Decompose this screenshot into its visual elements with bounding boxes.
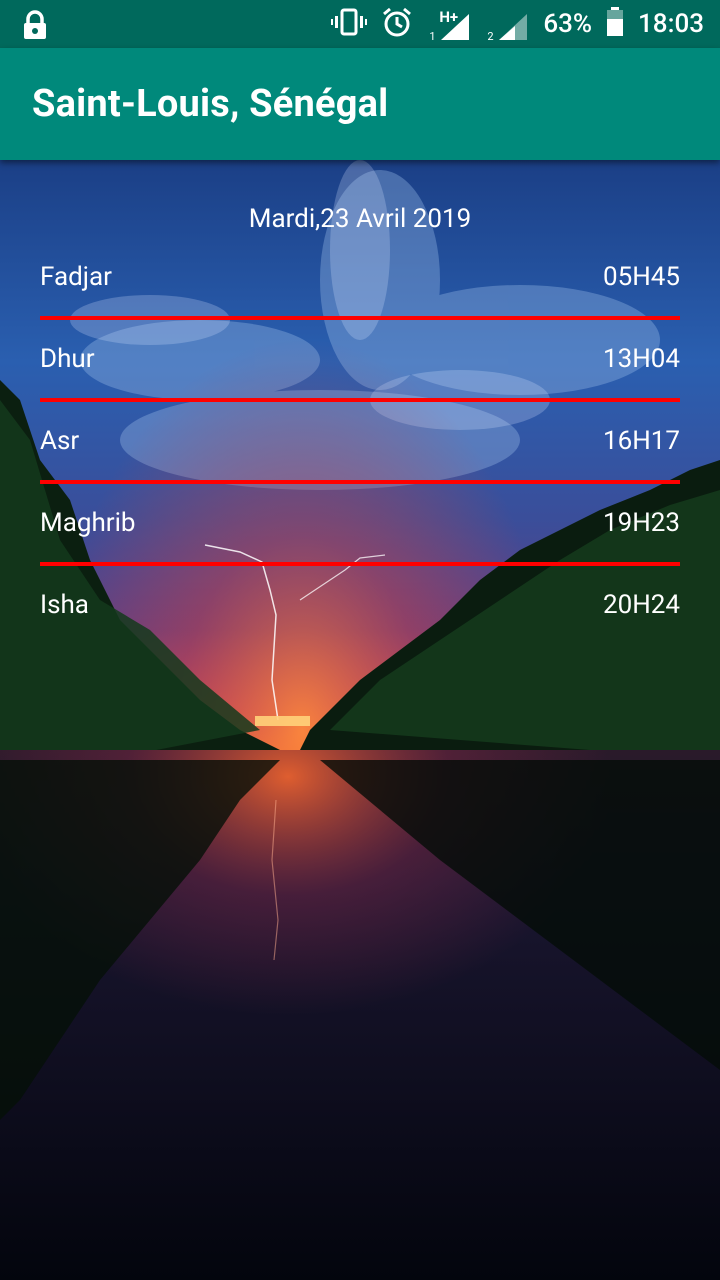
prayer-name: Asr <box>40 426 80 456</box>
divider <box>40 480 680 484</box>
divider <box>40 316 680 320</box>
lock-icon <box>22 10 48 44</box>
prayer-name: Dhur <box>40 344 95 374</box>
prayer-time: 05H45 <box>603 262 680 292</box>
app-bar: Saint-Louis, Sénégal <box>0 48 720 160</box>
prayer-time: 20H24 <box>603 590 680 620</box>
alarm-icon <box>381 6 413 42</box>
page-title: Saint-Louis, Sénégal <box>32 82 389 126</box>
prayer-name: Fadjar <box>40 262 112 292</box>
prayer-row-isha: Isha 20H24 <box>40 590 680 626</box>
divider <box>40 398 680 402</box>
prayer-time: 16H17 <box>603 426 680 456</box>
signal-sim2-icon: 2 <box>485 4 529 44</box>
sim2-label: 2 <box>487 30 494 43</box>
divider <box>40 562 680 566</box>
prayer-row-dhur: Dhur 13H04 <box>40 344 680 380</box>
date-label: Mardi,23 Avril 2019 <box>248 204 472 234</box>
background-image <box>0 160 720 1280</box>
battery-percent: 63% <box>543 9 593 39</box>
signal-sim1-icon: H+ 1 <box>427 4 471 44</box>
prayer-name: Isha <box>40 590 89 620</box>
prayer-time: 13H04 <box>603 344 680 374</box>
prayer-time: 19H23 <box>603 508 680 538</box>
vibrate-icon <box>331 8 368 40</box>
prayer-row-maghrib: Maghrib 19H23 <box>40 508 680 544</box>
battery-icon <box>606 7 624 41</box>
clock: 18:03 <box>638 9 704 39</box>
prayer-name: Maghrib <box>40 508 136 538</box>
prayer-row-fadjar: Fadjar 05H45 <box>40 262 680 298</box>
status-bar: H+ 1 2 63% 18:03 <box>0 0 720 48</box>
prayer-row-asr: Asr 16H17 <box>40 426 680 462</box>
sim1-label: 1 <box>429 30 436 43</box>
